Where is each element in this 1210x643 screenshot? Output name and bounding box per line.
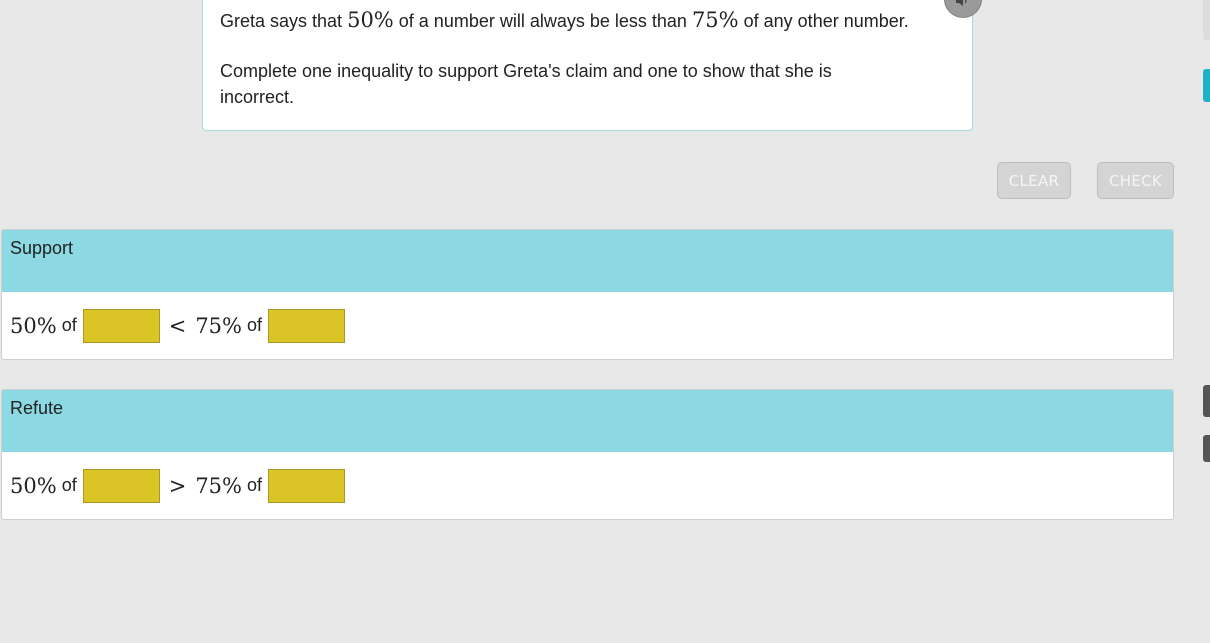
- refute-operator: >: [168, 473, 187, 498]
- prompt-text: Greta says that 50% of a number will alw…: [220, 7, 955, 34]
- side-tab-active[interactable]: [1203, 69, 1210, 102]
- prompt-text-middle: of a number will always be less than: [398, 11, 687, 31]
- support-operator: <: [168, 313, 187, 338]
- prompt-text-end: of any other number.: [743, 11, 909, 31]
- check-button[interactable]: CHECK: [1097, 162, 1174, 199]
- prompt-instructions: Complete one inequality to support Greta…: [220, 61, 832, 107]
- prompt-text-start: Greta says that: [220, 11, 343, 31]
- refute-of-right: of: [247, 475, 263, 495]
- support-inequality: 50% of < 75% of: [2, 292, 1173, 359]
- speaker-icon: [956, 0, 970, 11]
- support-panel-title: Support: [2, 230, 1173, 292]
- support-left-input[interactable]: [82, 308, 160, 343]
- support-percent-left: 50%: [10, 313, 57, 338]
- support-of-left: of: [61, 315, 77, 335]
- refute-percent-right: 75%: [195, 473, 242, 498]
- side-tab[interactable]: [1203, 435, 1210, 462]
- clear-button[interactable]: CLEAR: [997, 162, 1071, 199]
- refute-right-input[interactable]: [268, 468, 346, 503]
- side-tab[interactable]: [1203, 385, 1210, 417]
- support-percent-right: 75%: [195, 313, 242, 338]
- support-of-right: of: [247, 315, 263, 335]
- refute-left-input[interactable]: [82, 468, 160, 503]
- refute-panel-title: Refute: [2, 390, 1173, 452]
- support-panel: Support 50% of < 75% of: [1, 229, 1174, 360]
- prompt-percent-a: 50%: [347, 8, 394, 32]
- refute-of-left: of: [61, 475, 77, 495]
- refute-panel: Refute 50% of > 75% of: [1, 389, 1174, 520]
- refute-inequality: 50% of > 75% of: [2, 452, 1173, 519]
- prompt-percent-b: 75%: [691, 8, 739, 32]
- support-right-input[interactable]: [268, 308, 346, 343]
- prompt-card: Greta says that 50% of a number will alw…: [202, 0, 973, 131]
- refute-percent-left: 50%: [10, 473, 57, 498]
- side-tab[interactable]: [1203, 0, 1210, 40]
